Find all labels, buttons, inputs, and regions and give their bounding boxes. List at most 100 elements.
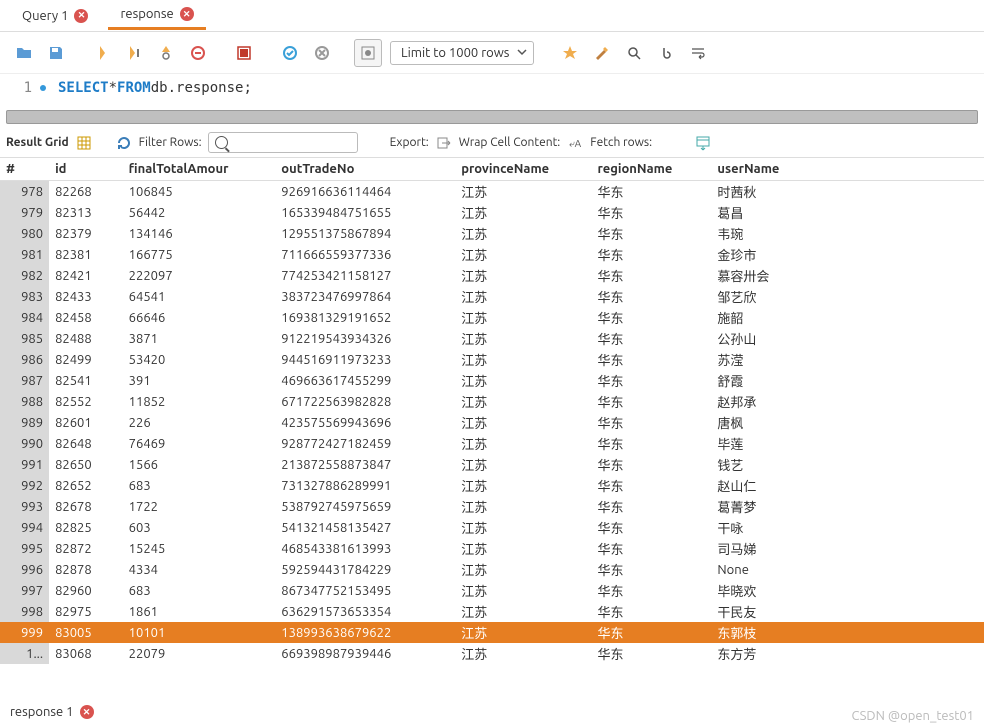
cell[interactable]: 江苏 <box>455 286 591 307</box>
cell[interactable]: 711666559377336 <box>275 244 455 265</box>
sql-editor[interactable]: 1 SELECT * FROM db.response; <box>0 74 984 106</box>
cell[interactable]: 公孙山 <box>711 328 984 349</box>
cell[interactable]: 时茜秋 <box>711 181 984 203</box>
table-row[interactable]: 9998300510101138993638679622江苏华东东郭枝 <box>0 622 984 643</box>
cell[interactable]: 华东 <box>591 244 711 265</box>
cell[interactable]: 82878 <box>49 559 123 580</box>
cell[interactable]: 唐枫 <box>711 412 984 433</box>
cell[interactable]: 82650 <box>49 454 123 475</box>
fetch-rows-icon[interactable] <box>694 134 712 152</box>
cell[interactable]: 683 <box>123 580 276 601</box>
cell[interactable]: 993 <box>0 496 49 517</box>
cell[interactable]: 82678 <box>49 496 123 517</box>
cell[interactable]: 213872558873847 <box>275 454 455 475</box>
tab-response[interactable]: response ✕ <box>108 1 205 30</box>
cell[interactable]: 华东 <box>591 622 711 643</box>
cell[interactable]: 992 <box>0 475 49 496</box>
table-row[interactable]: 9908264876469928772427182459江苏华东毕莲 <box>0 433 984 454</box>
cell[interactable]: 江苏 <box>455 580 591 601</box>
cell[interactable]: 981 <box>0 244 49 265</box>
cell[interactable]: 990 <box>0 433 49 454</box>
cell[interactable]: 华东 <box>591 643 711 664</box>
cell[interactable]: 106845 <box>123 181 276 203</box>
execute-current-button[interactable] <box>120 39 148 67</box>
cell[interactable]: 葛昌 <box>711 202 984 223</box>
cell[interactable]: 舒霞 <box>711 370 984 391</box>
cell[interactable]: 江苏 <box>455 496 591 517</box>
cell[interactable]: 987 <box>0 370 49 391</box>
cell[interactable]: 江苏 <box>455 391 591 412</box>
cell[interactable]: 56442 <box>123 202 276 223</box>
table-row[interactable]: 9868249953420944516911973233江苏华东苏滢 <box>0 349 984 370</box>
cell[interactable]: 江苏 <box>455 559 591 580</box>
cell[interactable]: 928772427182459 <box>275 433 455 454</box>
cell[interactable]: 22079 <box>123 643 276 664</box>
cell[interactable]: 1... <box>0 643 49 664</box>
table-row[interactable]: 9888255211852671722563982828江苏华东赵邦承 <box>0 391 984 412</box>
cell[interactable]: 469663617455299 <box>275 370 455 391</box>
refresh-icon[interactable] <box>115 134 133 152</box>
cell[interactable]: 423575569943696 <box>275 412 455 433</box>
cell[interactable]: 944516911973233 <box>275 349 455 370</box>
cell[interactable]: 赵邦承 <box>711 391 984 412</box>
cell[interactable]: 383723476997864 <box>275 286 455 307</box>
close-icon[interactable]: ✕ <box>80 705 94 719</box>
cell[interactable]: 江苏 <box>455 202 591 223</box>
cell[interactable]: 169381329191652 <box>275 307 455 328</box>
cell[interactable]: 华东 <box>591 181 711 203</box>
cell[interactable]: 华东 <box>591 391 711 412</box>
filter-rows-input[interactable] <box>208 132 358 153</box>
cell[interactable]: 江苏 <box>455 601 591 622</box>
cell[interactable]: 3871 <box>123 328 276 349</box>
cell[interactable]: 华东 <box>591 265 711 286</box>
close-icon[interactable]: ✕ <box>180 7 194 21</box>
cell[interactable]: 988 <box>0 391 49 412</box>
cell[interactable]: 江苏 <box>455 454 591 475</box>
grid-view-icon[interactable] <box>75 134 93 152</box>
cell[interactable]: 996 <box>0 559 49 580</box>
commit-button[interactable] <box>276 39 304 67</box>
beautify-button[interactable] <box>588 39 616 67</box>
cell[interactable]: 东郭枝 <box>711 622 984 643</box>
cell[interactable]: 华东 <box>591 559 711 580</box>
cell[interactable]: 江苏 <box>455 475 591 496</box>
cell[interactable]: 83005 <box>49 622 123 643</box>
cell[interactable]: 毕莲 <box>711 433 984 454</box>
cell[interactable]: 912219543934326 <box>275 328 455 349</box>
table-row[interactable]: 9958287215245468543381613993江苏华东司马娣 <box>0 538 984 559</box>
cell[interactable]: 997 <box>0 580 49 601</box>
cell[interactable]: 江苏 <box>455 265 591 286</box>
cell[interactable]: 82381 <box>49 244 123 265</box>
cell[interactable]: 538792745975659 <box>275 496 455 517</box>
col-regionname[interactable]: regionName <box>591 158 711 181</box>
cell[interactable]: 82872 <box>49 538 123 559</box>
cell[interactable]: 江苏 <box>455 433 591 454</box>
cell[interactable]: 541321458135427 <box>275 517 455 538</box>
cell[interactable]: 江苏 <box>455 181 591 203</box>
table-row[interactable]: 998829751861636291573653354江苏华东干民友 <box>0 601 984 622</box>
cell[interactable]: 82268 <box>49 181 123 203</box>
cell[interactable]: 82960 <box>49 580 123 601</box>
cell[interactable]: 1722 <box>123 496 276 517</box>
explain-button[interactable] <box>152 39 180 67</box>
cell[interactable]: 984 <box>0 307 49 328</box>
cell[interactable]: 82648 <box>49 433 123 454</box>
table-row[interactable]: 98282421222097774253421158127江苏华东慕容卅会 <box>0 265 984 286</box>
cell[interactable]: 华东 <box>591 433 711 454</box>
cell[interactable]: 司马娣 <box>711 538 984 559</box>
cell[interactable]: 82458 <box>49 307 123 328</box>
table-row[interactable]: 993826781722538792745975659江苏华东葛菁梦 <box>0 496 984 517</box>
cell[interactable]: 华东 <box>591 349 711 370</box>
cell[interactable]: 82601 <box>49 412 123 433</box>
col-username[interactable]: userName <box>711 158 984 181</box>
cell[interactable]: 江苏 <box>455 244 591 265</box>
cell[interactable]: 985 <box>0 328 49 349</box>
cell[interactable]: 391 <box>123 370 276 391</box>
cell[interactable]: 赵山仁 <box>711 475 984 496</box>
cell[interactable]: 166775 <box>123 244 276 265</box>
cell[interactable]: 683 <box>123 475 276 496</box>
cell[interactable]: 江苏 <box>455 307 591 328</box>
table-row[interactable]: 9848245866646169381329191652江苏华东施韶 <box>0 307 984 328</box>
open-file-button[interactable] <box>10 39 38 67</box>
cell[interactable]: 82499 <box>49 349 123 370</box>
